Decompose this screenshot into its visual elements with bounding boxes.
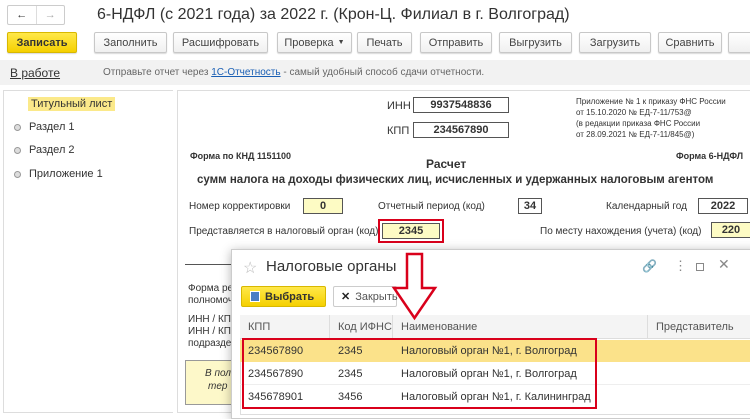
column-header-ifns-code[interactable]: Код ИФНС <box>330 315 393 339</box>
close-icon[interactable]: ✕ <box>718 256 730 273</box>
link-icon[interactable]: 🔗 <box>642 259 657 273</box>
year-label: Календарный год <box>606 201 687 212</box>
fill-button[interactable]: Заполнить <box>94 32 167 53</box>
divider <box>185 264 235 265</box>
compare-button[interactable]: Сравнить <box>658 32 722 53</box>
form-subtitle: сумм налога на доходы физических лиц, ис… <box>197 174 714 186</box>
close-button[interactable]: ✕ Закрыть <box>333 286 398 307</box>
knd-label: Форма по КНД 1151100 <box>190 151 291 161</box>
column-header-kpp[interactable]: КПП <box>240 315 330 339</box>
column-header-representative[interactable]: Представитель <box>648 315 750 339</box>
sidebar-item-label: Раздел 1 <box>29 121 75 133</box>
correction-label: Номер корректировки <box>189 201 291 212</box>
dropdown-icon: ▼ <box>337 39 345 46</box>
appendix-line: (в редакции приказа ФНС России <box>576 119 701 128</box>
check-button[interactable]: Проверка ▼ <box>277 32 352 53</box>
location-field[interactable]: 220 <box>711 222 750 238</box>
sidebar-item-appendix-1[interactable]: Приложение 1 <box>14 168 103 180</box>
partial-text: ИНН / КП <box>188 326 231 337</box>
inn-label: ИНН <box>387 100 411 112</box>
form-name: Форма 6-НДФЛ <box>676 151 744 161</box>
favorite-star-icon[interactable]: ☆ <box>243 258 257 278</box>
select-label: Выбрать <box>265 290 315 303</box>
partial-text: подразде <box>188 338 232 349</box>
sidebar-item-label: Приложение 1 <box>29 168 103 180</box>
export-button[interactable]: Выгрузить <box>499 32 572 53</box>
dialog-title: Налоговые органы <box>266 258 397 275</box>
nav-buttons: ← → <box>7 5 65 25</box>
period-label: Отчетный период (код) <box>378 201 485 212</box>
tax-office-label: Представляется в налоговый орган (код) <box>189 226 379 237</box>
kpp-label: КПП <box>387 125 410 137</box>
tax-office-field[interactable]: 2345 <box>382 223 440 239</box>
check-label: Проверка <box>284 36 334 49</box>
import-button[interactable]: Загрузить <box>579 32 651 53</box>
rows-highlight-annotation <box>242 338 597 409</box>
maximize-icon[interactable] <box>696 263 704 271</box>
close-x-icon: ✕ <box>341 291 351 303</box>
select-button[interactable]: Выбрать <box>241 286 326 307</box>
partial-text: полномоч <box>188 295 234 306</box>
partial-text: тер <box>208 381 228 392</box>
info-text-after: - самый удобный способ сдачи отчетности. <box>280 67 485 78</box>
back-button[interactable]: ← <box>8 6 37 24</box>
sidebar-item-section-1[interactable]: Раздел 1 <box>14 121 75 133</box>
info-bar: В работе Отправьте отчет через 1С-Отчетн… <box>0 60 750 85</box>
window-title: 6-НДФЛ (с 2021 года) за 2022 г. (Крон-Ц.… <box>97 6 570 23</box>
send-button[interactable]: Отправить <box>420 32 492 53</box>
more-button[interactable] <box>728 32 750 53</box>
document-icon <box>250 291 260 302</box>
forward-button[interactable]: → <box>37 6 65 24</box>
print-button[interactable]: Печать <box>357 32 412 53</box>
year-field[interactable]: 2022 <box>698 198 748 214</box>
partial-text: ИНН / КП <box>188 314 231 325</box>
partial-text: Форма ре <box>188 283 234 294</box>
sidebar: Титульный лист Раздел 1 Раздел 2 Приложе… <box>3 90 173 413</box>
location-label: По месту нахождения (учета) (код) <box>540 226 702 237</box>
appendix-line: Приложение № 1 к приказу ФНС России <box>576 97 726 106</box>
period-field[interactable]: 34 <box>518 198 542 214</box>
expand-icon <box>14 170 21 178</box>
save-button[interactable]: Записать <box>7 32 77 53</box>
decode-button[interactable]: Расшифровать <box>173 32 268 53</box>
appendix-line: от 15.10.2020 № ЕД-7-11/753@ <box>576 108 692 117</box>
sidebar-item-title-page[interactable]: Титульный лист <box>28 97 116 111</box>
form-title: Расчет <box>426 157 467 171</box>
down-arrow-annotation <box>391 252 438 321</box>
inn-field[interactable]: 9937548836 <box>413 97 509 113</box>
sidebar-item-section-2[interactable]: Раздел 2 <box>14 144 75 156</box>
expand-icon <box>14 123 21 131</box>
status-link[interactable]: В работе <box>10 66 60 80</box>
partial-text: В пол <box>205 368 231 379</box>
expand-icon <box>14 146 21 154</box>
more-icon[interactable]: ⋮ <box>674 258 687 274</box>
appendix-line: от 28.09.2021 № ЕД-7-11/845@) <box>576 130 695 139</box>
reporting-link[interactable]: 1С-Отчетность <box>211 67 280 78</box>
kpp-field[interactable]: 234567890 <box>413 122 509 138</box>
correction-field[interactable]: 0 <box>303 198 343 214</box>
info-text: Отправьте отчет через 1С-Отчетность - са… <box>103 67 484 78</box>
info-text-before: Отправьте отчет через <box>103 67 212 78</box>
sidebar-item-label: Раздел 2 <box>29 144 75 156</box>
